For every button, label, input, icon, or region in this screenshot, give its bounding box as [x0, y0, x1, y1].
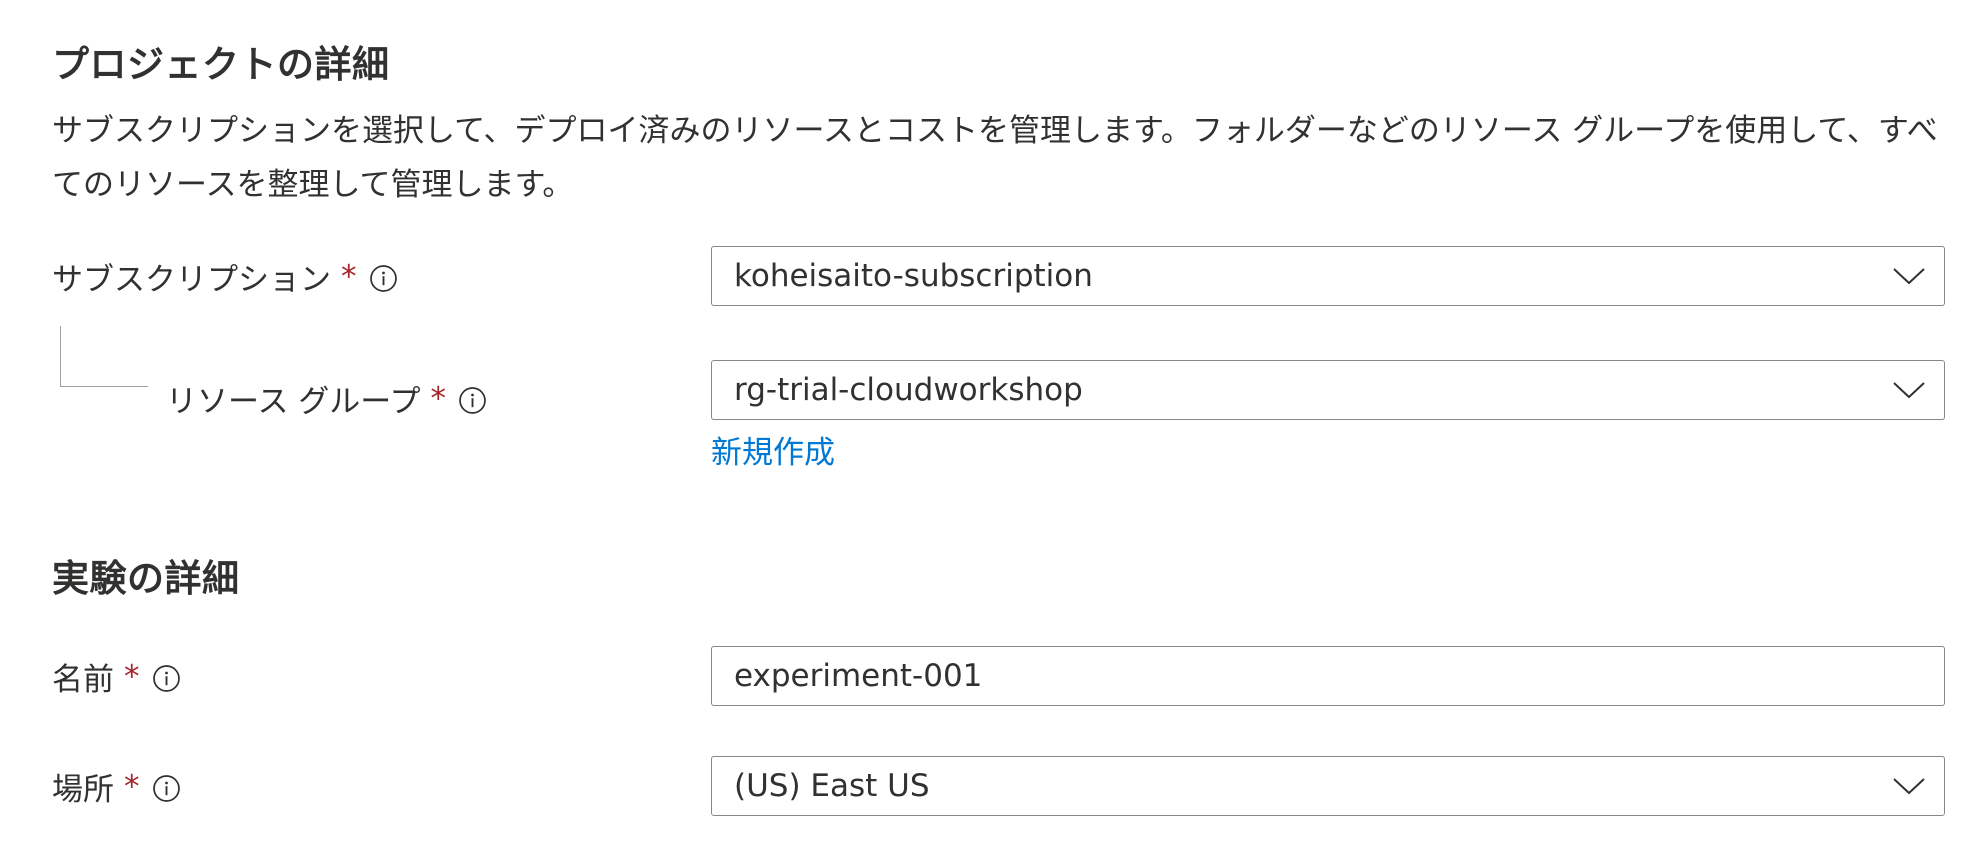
required-marker: * — [124, 658, 140, 695]
subscription-label-row: サブスクリプション * — [52, 254, 398, 299]
name-label: 名前 — [52, 662, 114, 698]
required-marker: * — [341, 258, 357, 295]
resource-group-value: rg-trial-cloudworkshop — [734, 372, 1083, 408]
subscription-label: サブスクリプション — [52, 262, 331, 298]
experiment-details-heading: 実験の詳細 — [52, 557, 240, 600]
create-new-resource-group-link[interactable]: 新規作成 — [711, 427, 835, 472]
info-icon[interactable] — [152, 664, 181, 693]
subscription-dropdown[interactable]: koheisaito-subscription — [711, 246, 1945, 306]
project-details-heading: プロジェクトの詳細 — [52, 43, 390, 86]
location-label: 場所 — [52, 772, 114, 808]
experiment-create-form: プロジェクトの詳細 サブスクリプションを選択して、デプロイ済みのリソースとコスト… — [0, 0, 1982, 858]
location-label-row: 場所 * — [52, 764, 181, 809]
location-value: (US) East US — [734, 768, 930, 804]
info-icon[interactable] — [152, 774, 181, 803]
resource-group-dropdown[interactable]: rg-trial-cloudworkshop — [711, 360, 1945, 420]
subscription-value: koheisaito-subscription — [734, 258, 1093, 294]
resource-group-label: リソース グループ — [166, 384, 421, 420]
experiment-name-value: experiment-001 — [734, 658, 983, 694]
required-marker: * — [124, 768, 140, 805]
resource-group-label-row: リソース グループ * — [166, 376, 487, 421]
chevron-down-icon — [1893, 778, 1925, 795]
required-marker: * — [430, 380, 446, 417]
info-icon[interactable] — [458, 386, 487, 415]
info-icon[interactable] — [369, 264, 398, 293]
name-label-row: 名前 * — [52, 654, 181, 699]
experiment-name-input[interactable]: experiment-001 — [711, 646, 1945, 706]
tree-connector — [60, 326, 148, 387]
chevron-down-icon — [1893, 382, 1925, 399]
location-dropdown[interactable]: (US) East US — [711, 756, 1945, 816]
project-details-description: サブスクリプションを選択して、デプロイ済みのリソースとコストを管理します。フォル… — [52, 113, 1938, 203]
chevron-down-icon — [1893, 268, 1925, 285]
